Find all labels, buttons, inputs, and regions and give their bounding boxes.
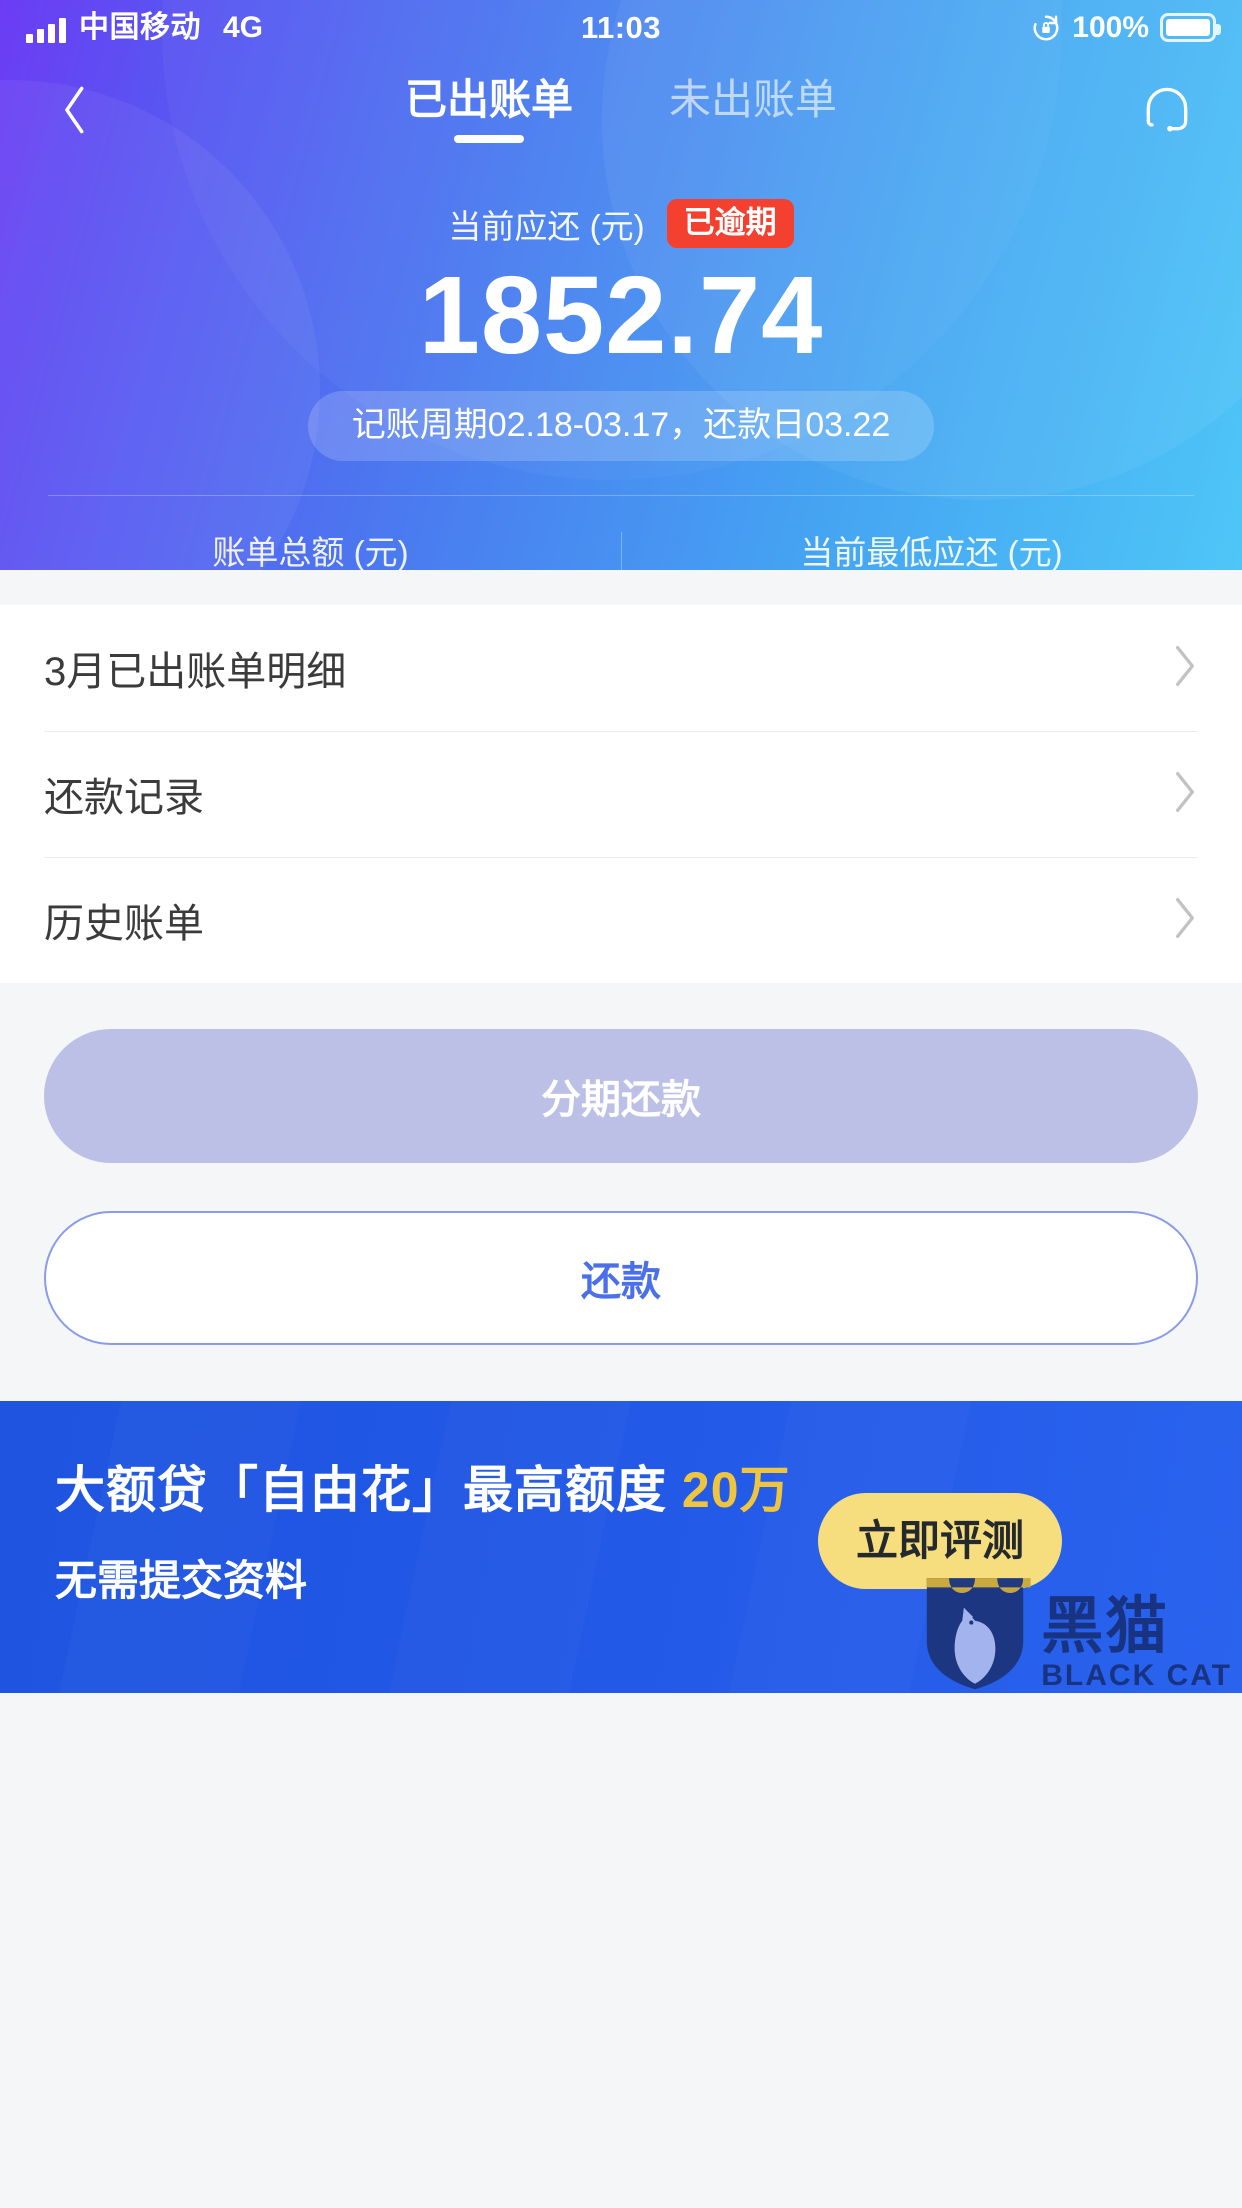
stat-minimum-due: 当前最低应还 (元) 677.19 bbox=[621, 526, 1242, 570]
carrier-name: 中国移动 bbox=[79, 10, 201, 44]
billing-cycle-pill: 记账周期02.18-03.17，还款日03.22 bbox=[307, 391, 935, 462]
chevron-right-icon bbox=[1172, 770, 1198, 819]
tab-unissued-bill[interactable]: 未出账单 bbox=[669, 75, 838, 143]
customer-service-button[interactable] bbox=[1132, 75, 1202, 145]
signal-bars-icon bbox=[26, 17, 66, 43]
current-due-amount: 1852.74 bbox=[418, 254, 824, 377]
status-bar-clock: 11:03 bbox=[580, 9, 662, 45]
status-bar-right: 100% bbox=[1031, 10, 1221, 45]
tab-active-indicator bbox=[453, 135, 524, 144]
battery-percent: 100% bbox=[1072, 10, 1149, 44]
current-due-label-row: 当前应还 (元) 已逾期 bbox=[0, 199, 1242, 248]
promo-headline: 大额贷「自由花」最高额度 20万 bbox=[55, 1463, 791, 1518]
section-gap bbox=[0, 570, 1242, 605]
chevron-left-icon bbox=[65, 86, 84, 134]
watermark-cn: 黑猫 bbox=[1041, 1591, 1170, 1661]
promo-headline-amount: 20万 bbox=[681, 1462, 791, 1518]
tab-issued-bill[interactable]: 已出账单 bbox=[404, 75, 573, 144]
promo-banner[interactable]: 大额贷「自由花」最高额度 20万 无需提交资料 立即评测 黑猫 BLACK CA… bbox=[0, 1401, 1242, 1693]
status-bar: 中国移动 4G 11:03 100% bbox=[0, 0, 1242, 55]
tab-unissued-bill-label: 未出账单 bbox=[669, 75, 838, 123]
list-item-history-bill[interactable]: 历史账单 bbox=[44, 857, 1198, 983]
current-due-label: 当前应还 (元) bbox=[448, 207, 645, 245]
bill-tabs: 已出账单 未出账单 bbox=[0, 75, 1242, 144]
network-type: 4G bbox=[223, 10, 264, 44]
list-item-history-bill-label: 历史账单 bbox=[44, 902, 204, 946]
stat-minimum-due-label: 当前最低应还 (元) bbox=[800, 534, 1063, 570]
status-badge: 已逾期 bbox=[666, 199, 794, 248]
action-buttons: 分期还款 还款 bbox=[0, 983, 1242, 1401]
hero-divider bbox=[48, 495, 1194, 497]
installment-repay-button[interactable]: 分期还款 bbox=[44, 1029, 1198, 1163]
black-cat-shield-icon bbox=[927, 1578, 1031, 1690]
chevron-right-icon bbox=[1172, 896, 1198, 945]
watermark-en: BLACK CAT bbox=[1041, 1659, 1232, 1692]
chevron-right-icon bbox=[1172, 644, 1198, 693]
tab-issued-bill-label: 已出账单 bbox=[404, 75, 573, 123]
promo-headline-prefix: 大额贷「自由花」最高额度 bbox=[55, 1462, 682, 1518]
list-item-bill-detail[interactable]: 3月已出账单明细 bbox=[44, 605, 1198, 731]
status-bar-left: 中国移动 4G bbox=[26, 10, 264, 44]
current-due-block: 当前应还 (元) 已逾期 1852.74 记账周期02.18-03.17，还款日… bbox=[0, 199, 1242, 462]
promo-text: 大额贷「自由花」最高额度 20万 无需提交资料 bbox=[55, 1463, 791, 1604]
bill-stats: 账单总额 (元) 1825.12 当前最低应还 (元) 677.19 bbox=[0, 526, 1242, 570]
watermark: 黑猫 BLACK CAT bbox=[919, 1567, 1232, 1693]
stat-total-bill-label: 账单总额 (元) bbox=[212, 534, 409, 570]
battery-icon bbox=[1160, 13, 1221, 42]
repay-button[interactable]: 还款 bbox=[44, 1211, 1198, 1345]
list-item-repayment-record-label: 还款记录 bbox=[44, 776, 204, 820]
watermark-text: 黑猫 BLACK CAT bbox=[1041, 1591, 1232, 1693]
list-item-bill-detail-label: 3月已出账单明细 bbox=[44, 650, 347, 694]
stat-total-bill: 账单总额 (元) 1825.12 bbox=[0, 526, 621, 570]
bill-hero-section: 中国移动 4G 11:03 100% 已出账单 未出账单 当前应还 (元) 已逾… bbox=[0, 0, 1242, 570]
bill-links-list: 3月已出账单明细 还款记录 历史账单 bbox=[0, 605, 1242, 983]
headset-icon bbox=[1146, 87, 1188, 132]
back-button[interactable] bbox=[40, 75, 110, 145]
list-item-repayment-record[interactable]: 还款记录 bbox=[44, 731, 1198, 857]
rotation-lock-icon bbox=[1031, 13, 1061, 43]
promo-subline: 无需提交资料 bbox=[55, 1557, 308, 1604]
page-header: 已出账单 未出账单 bbox=[0, 55, 1242, 165]
